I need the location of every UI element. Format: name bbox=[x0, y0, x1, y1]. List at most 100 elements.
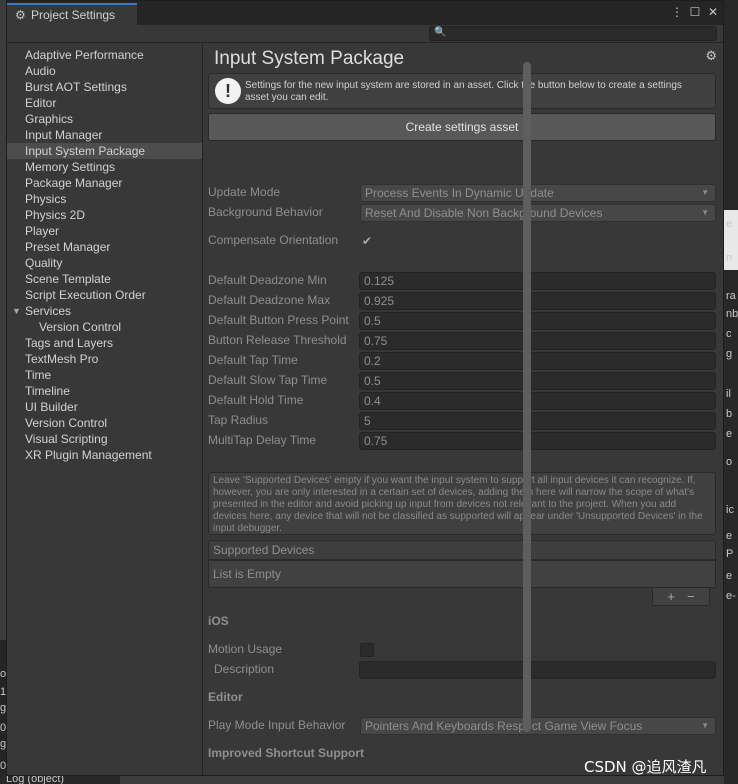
sidebar-item-visual-scripting[interactable]: Visual Scripting bbox=[7, 431, 202, 447]
field-label: Tap Radius bbox=[208, 413, 269, 427]
field-row: Default Hold Time 0.4 bbox=[208, 392, 716, 410]
update-mode-row: Update Mode Process Events In Dynamic Up… bbox=[208, 184, 716, 202]
background-text: nb bbox=[726, 308, 738, 320]
sidebar-item-adaptive-performance[interactable]: Adaptive Performance bbox=[7, 47, 202, 63]
background-text: b bbox=[726, 408, 733, 420]
tap-radius-input[interactable]: 5 bbox=[359, 412, 716, 430]
compensate-orientation-label: Compensate Orientation bbox=[208, 233, 339, 247]
field-label: Default Tap Time bbox=[208, 353, 298, 367]
dropdown-value: Pointers And Keyboards Respect Game View… bbox=[365, 719, 643, 733]
field-label: Button Release Threshold bbox=[208, 333, 347, 347]
maximize-icon[interactable]: ☐ bbox=[689, 5, 701, 19]
ios-section-title: iOS bbox=[208, 614, 229, 628]
field-row: Button Release Threshold 0.75 bbox=[208, 332, 716, 350]
field-row: Default Button Press Point 0.5 bbox=[208, 312, 716, 330]
field-label: Default Deadzone Min bbox=[208, 273, 327, 287]
sidebar-item-editor[interactable]: Editor bbox=[7, 95, 202, 111]
settings-sidebar: Adaptive Performance Audio Burst AOT Set… bbox=[7, 44, 203, 775]
sidebar-item-tags-and-layers[interactable]: Tags and Layers bbox=[7, 335, 202, 351]
info-message: Settings for the new input system are st… bbox=[245, 80, 682, 103]
sidebar-item-graphics[interactable]: Graphics bbox=[7, 111, 202, 127]
compensate-orientation-row: Compensate Orientation ✔ bbox=[208, 232, 716, 250]
multitap-delay-time-input[interactable]: 0.75 bbox=[359, 432, 716, 450]
default-slow-tap-time-input[interactable]: 0.5 bbox=[359, 372, 716, 390]
scrollbar-thumb[interactable] bbox=[523, 62, 531, 732]
vertical-scrollbar[interactable] bbox=[523, 44, 531, 744]
default-hold-time-input[interactable]: 0.4 bbox=[359, 392, 716, 410]
sidebar-item-services[interactable]: ▼ Services bbox=[7, 303, 202, 319]
sidebar-item-memory-settings[interactable]: Memory Settings bbox=[7, 159, 202, 175]
update-mode-dropdown[interactable]: Process Events In Dynamic Update ▼ bbox=[360, 184, 716, 202]
background-editor-right: e n ra nb c g il b e o ic e P e e- bbox=[724, 0, 738, 784]
description-label: Description bbox=[214, 662, 275, 676]
background-text: il bbox=[726, 388, 731, 400]
background-text: ra bbox=[726, 290, 736, 302]
default-button-press-point-input[interactable]: 0.5 bbox=[359, 312, 716, 330]
motion-usage-checkbox[interactable] bbox=[360, 643, 374, 657]
default-deadzone-min-input[interactable]: 0.125 bbox=[359, 272, 716, 290]
background-text: P bbox=[726, 548, 734, 560]
remove-device-button[interactable]: − bbox=[687, 588, 695, 605]
sidebar-item-xr-plugin-management[interactable]: XR Plugin Management bbox=[7, 447, 202, 463]
field-row: Tap Radius 5 bbox=[208, 412, 716, 430]
background-text: e bbox=[726, 530, 733, 542]
sidebar-item-input-system-package[interactable]: Input System Package bbox=[7, 143, 202, 159]
update-mode-label: Update Mode bbox=[208, 185, 281, 199]
background-text: n bbox=[726, 252, 733, 264]
sidebar-item-input-manager[interactable]: Input Manager bbox=[7, 127, 202, 143]
sidebar-item-textmesh-pro[interactable]: TextMesh Pro bbox=[7, 351, 202, 367]
default-tap-time-input[interactable]: 0.2 bbox=[359, 352, 716, 370]
sidebar-item-label: Services bbox=[25, 304, 72, 318]
create-settings-asset-button[interactable]: Create settings asset bbox=[208, 113, 716, 141]
search-input[interactable]: 🔍 bbox=[429, 26, 717, 41]
sidebar-item-version-control[interactable]: Version Control bbox=[7, 415, 202, 431]
sidebar-item-physics-2d[interactable]: Physics 2D bbox=[7, 207, 202, 223]
background-behavior-row: Background Behavior Reset And Disable No… bbox=[208, 204, 716, 222]
dropdown-value: Reset And Disable Non Background Devices bbox=[365, 206, 603, 220]
more-options-icon[interactable]: ⋮ bbox=[671, 5, 683, 19]
close-icon[interactable]: ✕ bbox=[707, 5, 719, 19]
sidebar-item-script-execution-order[interactable]: Script Execution Order bbox=[7, 287, 202, 303]
chevron-down-icon: ▼ bbox=[701, 208, 709, 217]
search-icon: 🔍 bbox=[434, 27, 447, 38]
sidebar-item-physics[interactable]: Physics bbox=[7, 191, 202, 207]
expand-arrow-icon[interactable]: ▼ bbox=[12, 303, 21, 319]
tab-label: Project Settings bbox=[31, 8, 116, 22]
supported-devices-list: List is Empty bbox=[208, 560, 716, 588]
background-text: e bbox=[726, 218, 733, 230]
background-behavior-dropdown[interactable]: Reset And Disable Non Background Devices… bbox=[360, 204, 716, 222]
motion-usage-label: Motion Usage bbox=[208, 642, 283, 656]
background-text: ic bbox=[726, 504, 734, 516]
sidebar-item-ui-builder[interactable]: UI Builder bbox=[7, 399, 202, 415]
chevron-down-icon: ▼ bbox=[701, 188, 709, 197]
background-text: o bbox=[726, 456, 733, 468]
sidebar-item-services-version-control[interactable]: Version Control bbox=[7, 319, 202, 335]
sidebar-item-timeline[interactable]: Timeline bbox=[7, 383, 202, 399]
sidebar-item-audio[interactable]: Audio bbox=[7, 63, 202, 79]
play-mode-dropdown[interactable]: Pointers And Keyboards Respect Game View… bbox=[360, 717, 716, 735]
sidebar-item-player[interactable]: Player bbox=[7, 223, 202, 239]
button-release-threshold-input[interactable]: 0.75 bbox=[359, 332, 716, 350]
settings-gear-icon[interactable]: ⚙ bbox=[705, 48, 717, 64]
sidebar-item-scene-template[interactable]: Scene Template bbox=[7, 271, 202, 287]
add-device-button[interactable]: + bbox=[667, 588, 675, 605]
sidebar-item-preset-manager[interactable]: Preset Manager bbox=[7, 239, 202, 255]
tab-project-settings[interactable]: ⚙ Project Settings bbox=[7, 3, 137, 25]
field-row: Default Deadzone Min 0.125 bbox=[208, 272, 716, 290]
compensate-orientation-checkbox[interactable]: ✔ bbox=[360, 234, 374, 248]
field-row: Default Tap Time 0.2 bbox=[208, 352, 716, 370]
sidebar-item-quality[interactable]: Quality bbox=[7, 255, 202, 271]
sidebar-item-package-manager[interactable]: Package Manager bbox=[7, 175, 202, 191]
sidebar-item-burst-aot-settings[interactable]: Burst AOT Settings bbox=[7, 79, 202, 95]
shortcut-section-title: Improved Shortcut Support bbox=[208, 746, 364, 760]
background-behavior-label: Background Behavior bbox=[208, 205, 323, 219]
play-mode-label: Play Mode Input Behavior bbox=[208, 718, 346, 732]
field-row: MultiTap Delay Time 0.75 bbox=[208, 432, 716, 450]
gear-icon: ⚙ bbox=[15, 8, 26, 22]
description-input[interactable] bbox=[359, 661, 716, 679]
default-deadzone-max-input[interactable]: 0.925 bbox=[359, 292, 716, 310]
background-text: c bbox=[726, 328, 732, 340]
list-footer: + − bbox=[652, 588, 710, 606]
field-label: MultiTap Delay Time bbox=[208, 433, 317, 447]
sidebar-item-time[interactable]: Time bbox=[7, 367, 202, 383]
